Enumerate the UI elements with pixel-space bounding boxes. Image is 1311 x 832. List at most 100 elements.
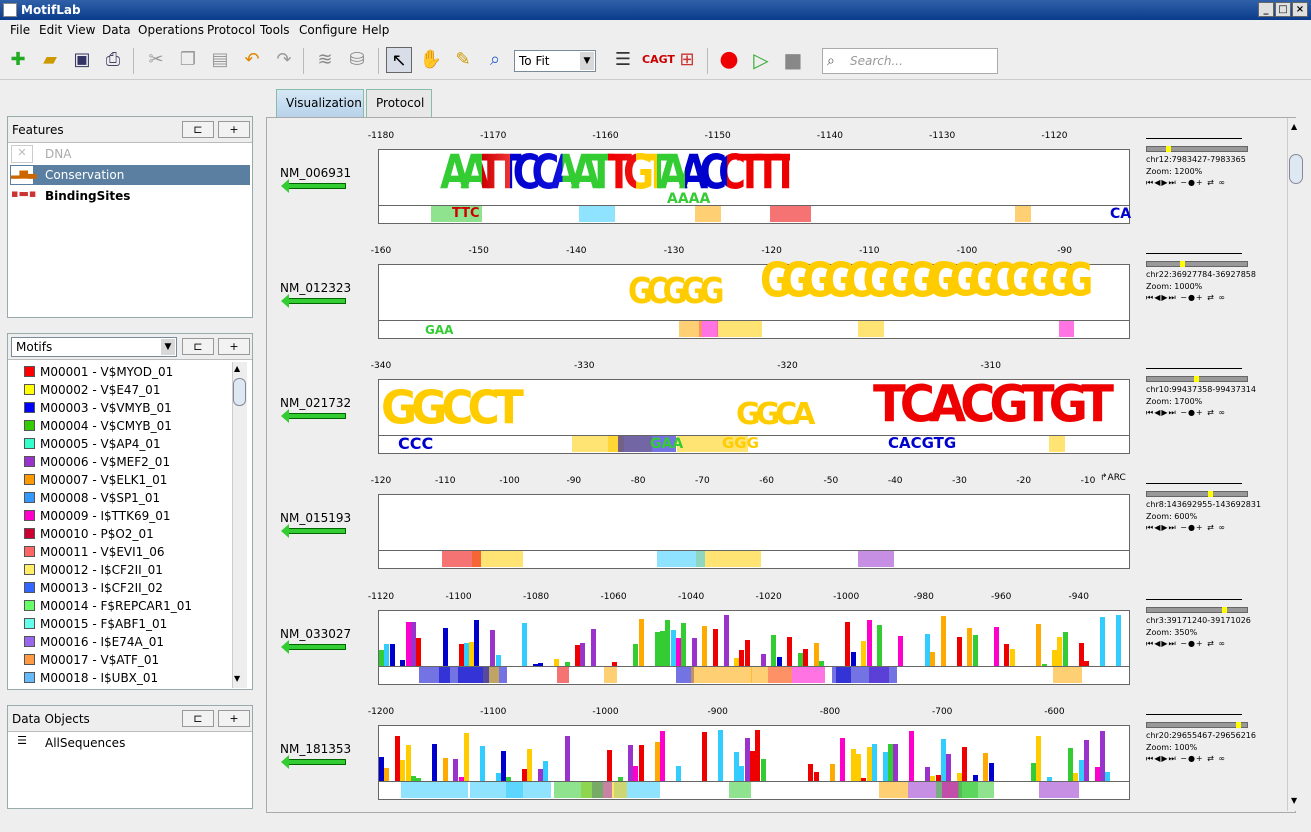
motif-list-item[interactable]: M00012 - I$CF2II_01	[8, 561, 223, 579]
binding-site[interactable]	[696, 551, 761, 567]
binding-site[interactable]	[1039, 782, 1079, 798]
data-objects-add-button[interactable]: +	[218, 710, 250, 727]
chevron-down-icon[interactable]: ▼	[161, 339, 175, 355]
motif-color-swatch[interactable]	[24, 672, 35, 683]
motif-list-item[interactable]: M00006 - V$MEF2_01	[8, 453, 223, 471]
binding-site[interactable]	[751, 667, 792, 683]
play-icon[interactable]: ▷	[748, 47, 774, 73]
scroll-down-icon[interactable]: ▼	[1291, 796, 1297, 805]
binding-site[interactable]	[442, 551, 481, 567]
binding-site[interactable]	[579, 206, 615, 222]
sequence-name[interactable]: NM_181353	[280, 742, 351, 756]
motifs-add-button[interactable]: +	[218, 338, 250, 355]
menu-operations[interactable]: Operations	[138, 23, 204, 37]
navigation-controls-icon[interactable]: ⏮◀▶⏭ −●+ ⇄ ∞	[1146, 178, 1226, 188]
maximize-button[interactable]: □	[1275, 2, 1291, 17]
stop-icon[interactable]: ■	[780, 47, 806, 73]
sequence-name[interactable]: NM_012323	[280, 281, 351, 295]
motifs-selector[interactable]: Motifs ▼	[11, 337, 177, 357]
sequence-name[interactable]: NM_006931	[280, 166, 351, 180]
features-tree-button[interactable]: ⊏	[182, 121, 214, 138]
menu-data[interactable]: Data	[102, 23, 131, 37]
open-folder-icon[interactable]: ▰	[37, 47, 63, 73]
motif-color-swatch[interactable]	[24, 600, 35, 611]
motif-color-swatch[interactable]	[24, 456, 35, 467]
scroll-thumb[interactable]	[233, 378, 246, 406]
binding-site[interactable]	[604, 667, 617, 683]
motifs-tree-button[interactable]: ⊏	[182, 338, 214, 355]
zoom-select[interactable]: To Fit ▼	[514, 50, 596, 72]
data-object-item[interactable]: ☰ AllSequences	[10, 733, 250, 753]
navigation-controls-icon[interactable]: ⏮◀▶⏭ −●+ ⇄ ∞	[1146, 639, 1226, 649]
motif-color-swatch[interactable]	[24, 492, 35, 503]
redo-icon[interactable]: ↷	[271, 47, 297, 73]
sequence-name[interactable]: NM_021732	[280, 396, 351, 410]
scroll-up-icon[interactable]: ▲	[1291, 122, 1297, 131]
motif-list-item[interactable]: M00013 - I$CF2II_02	[8, 579, 223, 597]
close-button[interactable]: ×	[1292, 2, 1308, 17]
motif-list-item[interactable]: M00005 - V$AP4_01	[8, 435, 223, 453]
motif-color-swatch[interactable]	[24, 420, 35, 431]
menu-tools[interactable]: Tools	[260, 23, 290, 37]
motif-list-item[interactable]: M00001 - V$MYOD_01	[8, 363, 223, 381]
binding-site[interactable]	[958, 782, 994, 798]
motif-list-item[interactable]: M00002 - V$E47_01	[8, 381, 223, 399]
data-objects-tree-button[interactable]: ⊏	[182, 710, 214, 727]
binding-site[interactable]	[401, 782, 468, 798]
motif-list-item[interactable]: M00010 - P$O2_01	[8, 525, 223, 543]
scroll-up-icon[interactable]: ▲	[234, 364, 240, 373]
region-view-icon[interactable]: ⊞	[674, 47, 700, 73]
binding-site[interactable]	[557, 667, 569, 683]
operations-icon[interactable]: ≋	[312, 47, 338, 73]
binding-site[interactable]	[832, 667, 897, 683]
menu-file[interactable]: File	[10, 23, 30, 37]
scroll-thumb[interactable]	[1289, 154, 1303, 184]
tab-protocol[interactable]: Protocol	[366, 89, 432, 117]
menu-edit[interactable]: Edit	[39, 23, 62, 37]
motif-list-item[interactable]: M00014 - F$REPCAR1_01	[8, 597, 223, 615]
navigation-controls-icon[interactable]: ⏮◀▶⏭ −●+ ⇄ ∞	[1146, 754, 1226, 764]
motif-list-item[interactable]: M00004 - V$CMYB_01	[8, 417, 223, 435]
motif-color-swatch[interactable]	[24, 474, 35, 485]
text-view-icon[interactable]: ☰	[610, 47, 636, 73]
undo-icon[interactable]: ↶	[239, 47, 265, 73]
database-icon[interactable]: ⛁	[344, 47, 370, 73]
motif-color-swatch[interactable]	[24, 636, 35, 647]
motif-list-item[interactable]: M00008 - V$SP1_01	[8, 489, 223, 507]
motif-color-swatch[interactable]	[24, 528, 35, 539]
sequence-name[interactable]: NM_033027	[280, 627, 351, 641]
feature-item-conservation[interactable]: ▂▅▃ Conservation	[10, 165, 250, 185]
binding-site[interactable]	[691, 667, 752, 683]
motif-list-item[interactable]: M00016 - I$E74A_01	[8, 633, 223, 651]
motif-color-swatch[interactable]	[24, 618, 35, 629]
binding-site[interactable]	[858, 321, 884, 337]
motif-list-scrollbar[interactable]: ▲ ▼	[232, 362, 247, 688]
scroll-down-icon[interactable]: ▼	[234, 674, 240, 683]
menu-view[interactable]: View	[67, 23, 95, 37]
motif-list-item[interactable]: M00015 - F$ABF1_01	[8, 615, 223, 633]
menu-protocol[interactable]: Protocol	[207, 23, 255, 37]
cut-icon[interactable]: ✂	[143, 47, 169, 73]
binding-site[interactable]	[1053, 667, 1082, 683]
motif-list-item[interactable]: M00018 - I$UBX_01	[8, 669, 223, 687]
motif-list-item[interactable]: M00011 - V$EVI1_06	[8, 543, 223, 561]
binding-site[interactable]	[1049, 436, 1065, 452]
feature-item-bindingsites[interactable]: ▪▬▪ BindingSites	[10, 186, 250, 206]
sequence-logo-icon[interactable]: CAGT	[642, 47, 675, 73]
binding-site[interactable]	[506, 782, 551, 798]
new-icon[interactable]: ✚	[5, 47, 31, 73]
navigation-controls-icon[interactable]: ⏮◀▶⏭ −●+ ⇄ ∞	[1146, 523, 1226, 533]
features-add-button[interactable]: +	[218, 121, 250, 138]
binding-site[interactable]	[458, 667, 489, 683]
tab-visualization[interactable]: Visualization	[276, 89, 364, 117]
binding-site[interactable]	[858, 551, 894, 567]
binding-site[interactable]	[657, 551, 705, 567]
chevron-down-icon[interactable]: ▼	[580, 52, 594, 70]
menu-configure[interactable]: Configure	[299, 23, 357, 37]
motif-color-swatch[interactable]	[24, 564, 35, 575]
motif-color-swatch[interactable]	[24, 654, 35, 665]
save-icon[interactable]: ▣	[69, 47, 95, 73]
motif-list-item[interactable]: M00007 - V$ELK1_01	[8, 471, 223, 489]
binding-site[interactable]	[1015, 206, 1031, 222]
motif-color-swatch[interactable]	[24, 582, 35, 593]
